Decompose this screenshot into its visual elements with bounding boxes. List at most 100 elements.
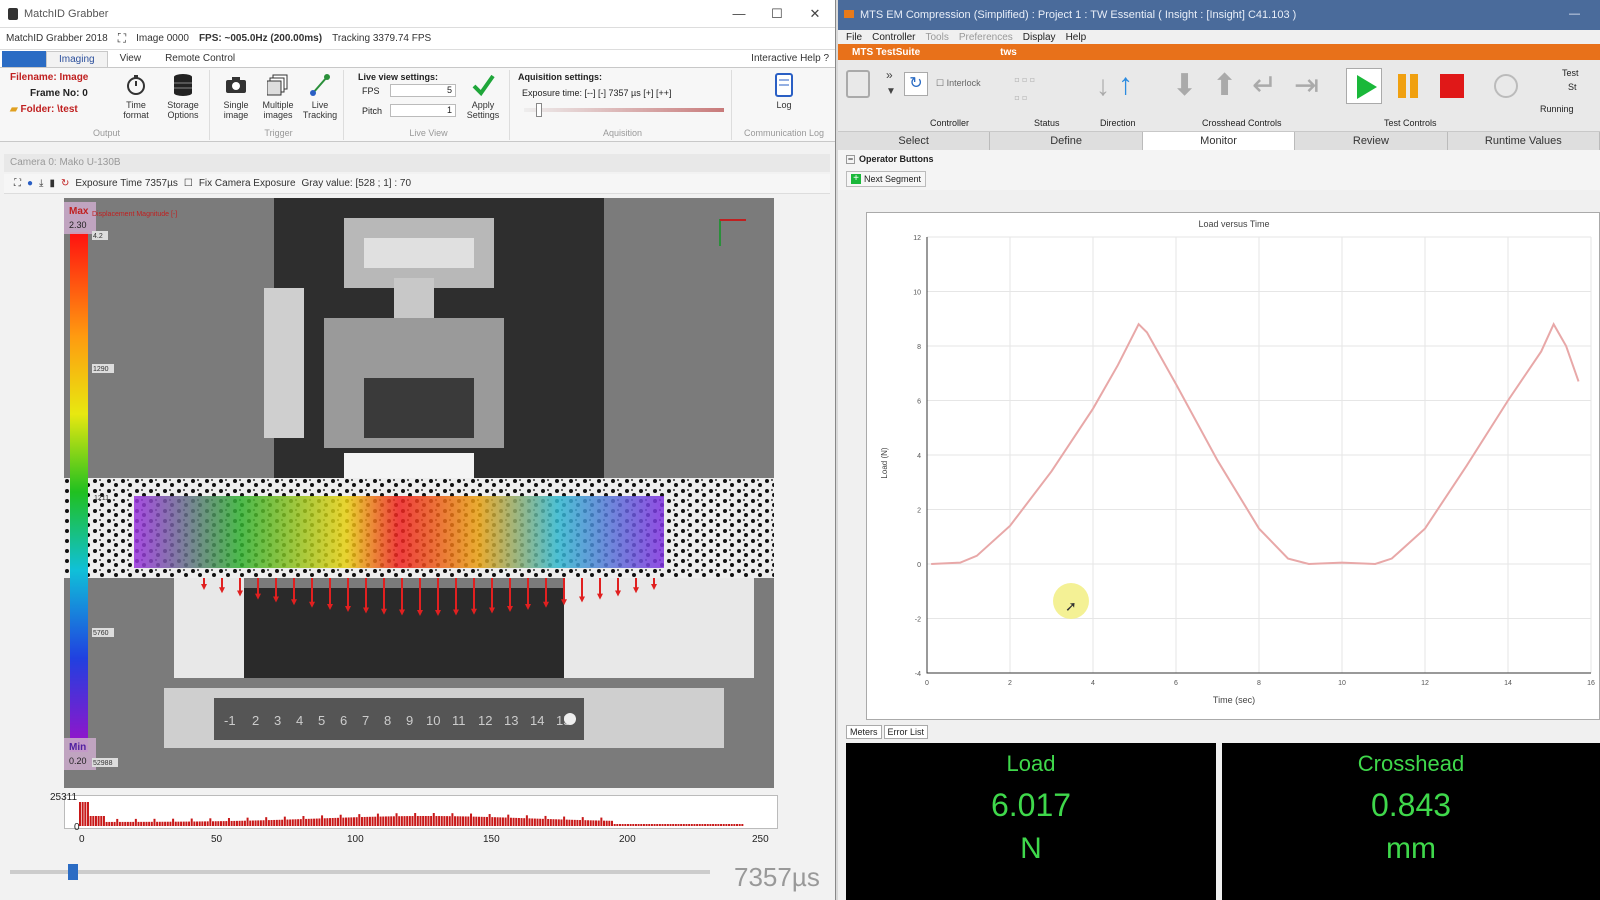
status-icon[interactable]: ▫▫▫ ▫▫ (1014, 72, 1056, 107)
histogram-ymin: 0 (74, 822, 80, 833)
download-icon[interactable]: ⤓ (39, 178, 43, 189)
menu-tools[interactable]: Tools (925, 32, 948, 43)
single-image-button[interactable]: Single image (218, 72, 254, 120)
tab-remote-control[interactable]: Remote Control (153, 51, 247, 67)
colorbar-title: Displacement Magnitude [-] (92, 211, 177, 218)
database-icon (170, 72, 196, 98)
crosshead-meter-label: Crosshead (1357, 751, 1465, 776)
tab-define[interactable]: Define (990, 132, 1143, 150)
camera-header: Camera 0: Mako U-130B (4, 154, 830, 172)
tab-runtime-values[interactable]: Runtime Values (1448, 132, 1600, 150)
close-button[interactable]: ✕ (796, 0, 834, 28)
menu-controller[interactable]: Controller (872, 32, 915, 43)
tab-monitor[interactable]: Monitor (1142, 132, 1296, 150)
menu-file[interactable]: File (846, 32, 862, 43)
pause-button[interactable] (1390, 68, 1426, 104)
ruler-label: 2 (252, 713, 259, 728)
tab-error-list[interactable]: Error List (883, 725, 929, 739)
camera-toolbar: ⛶ ● ⤓ ▮ ↻ Exposure Time 7357µs ☐ Fix Cam… (4, 174, 830, 194)
storage-options-button[interactable]: Storage Options (160, 72, 206, 120)
output-label: Output (92, 128, 121, 138)
exposure-slider-track[interactable] (524, 108, 724, 112)
expand-icon[interactable]: » (886, 68, 893, 82)
timeline-handle[interactable] (68, 864, 78, 880)
record-icon[interactable]: ● (27, 178, 33, 189)
right-minimize-button[interactable]: — (1569, 8, 1580, 20)
fix-exposure-checkbox[interactable]: ☐ (184, 178, 193, 189)
arrow-up-icon[interactable]: ↑ (1118, 68, 1133, 102)
right-tabs: Select Define Monitor Review Runtime Val… (838, 132, 1600, 150)
colorbar (70, 232, 88, 752)
reset-icon[interactable]: ↻ (904, 72, 928, 96)
maximize-button[interactable]: ☐ (758, 0, 796, 28)
test-label: Test (1562, 68, 1579, 78)
tab-select[interactable]: Select (838, 132, 991, 150)
exposure-time-control[interactable]: Exposure time: [--] [-] 7357 µs [+] [++] (522, 88, 672, 98)
histogram-plot (79, 802, 744, 826)
matchid-grabber-window: MatchID Grabber — ☐ ✕ MatchID Grabber 20… (0, 0, 836, 900)
stop-button[interactable] (1434, 68, 1470, 104)
chart-xtick-label: 16 (1587, 680, 1595, 687)
filename-field[interactable]: Filename: Image (10, 72, 88, 83)
menu-preferences[interactable]: Preferences (959, 32, 1013, 43)
menu-display[interactable]: Display (1023, 32, 1056, 43)
multiple-images-button[interactable]: Multiple images (258, 72, 298, 120)
operator-buttons-header[interactable]: − Operator Buttons (838, 150, 1600, 168)
disabled-icon[interactable] (1494, 74, 1518, 98)
left-window-title: MatchID Grabber (24, 7, 109, 20)
timeline-track[interactable] (10, 870, 710, 874)
crosshead-up-icon[interactable]: ⬆ (1212, 68, 1237, 103)
colorbar-max-value: 2.30 (69, 220, 87, 230)
comm-log-group: Log Communication Log (736, 70, 832, 140)
histogram (64, 795, 778, 829)
apply-settings-button[interactable]: Apply Settings (462, 72, 504, 120)
fit-icon[interactable]: ⛶ (14, 178, 21, 189)
ruler-label: 10 (426, 713, 440, 728)
colorbar-min-value: 0.20 (69, 756, 87, 766)
crosshead-end-icon[interactable]: ⇥ (1294, 68, 1319, 103)
refresh-icon[interactable]: ↻ (61, 178, 69, 189)
tracking-icon (307, 72, 333, 98)
trigger-label: Trigger (264, 128, 293, 138)
crosshead-down-icon[interactable]: ⬇ (1172, 68, 1197, 103)
chart-ytick-label: 4 (917, 453, 921, 460)
play-button[interactable] (1346, 68, 1382, 104)
file-menu-button[interactable] (2, 51, 46, 67)
fps-input[interactable]: 5 (390, 84, 456, 97)
load-meter-unit: N (1020, 832, 1042, 865)
chevron-down-icon[interactable]: ▼ (886, 86, 896, 97)
live-tracking-button[interactable]: Live Tracking (300, 72, 340, 120)
marker-icon[interactable]: ▮ (49, 178, 55, 189)
folder-icon: ▰ (10, 104, 18, 115)
crosshead-meter-unit: mm (1386, 832, 1436, 865)
tab-meters[interactable]: Meters (846, 725, 882, 739)
tab-view[interactable]: View (108, 51, 154, 67)
grid-icon[interactable]: ⛶ (118, 31, 126, 46)
chart-ytick-label: 12 (913, 235, 921, 242)
interactive-help-link[interactable]: Interactive Help ? (751, 53, 829, 64)
ruler-label: 13 (504, 713, 518, 728)
minimize-button[interactable]: — (720, 0, 758, 28)
tab-imaging[interactable]: Imaging (46, 51, 108, 67)
arrow-down-icon[interactable]: ↓ (1096, 70, 1110, 102)
camera-live-view[interactable]: -1 2 3 4 5 6 7 8 9 10 11 12 13 14 15 Max (64, 198, 774, 788)
acquisition-title: Aquisition settings: (518, 72, 602, 82)
folder-field[interactable]: ▰ Folder: \test (10, 104, 78, 115)
mouse-cursor-icon: ➚ (1065, 598, 1077, 614)
log-button[interactable]: Log (764, 72, 804, 110)
interlock-checkbox[interactable]: ☐ Interlock (936, 78, 981, 89)
left-titlebar: MatchID Grabber (0, 0, 835, 28)
live-view-title: Live view settings: (358, 72, 439, 82)
crosshead-return-icon[interactable]: ↵ (1252, 68, 1277, 103)
pitch-input[interactable]: 1 (390, 104, 456, 117)
time-format-button[interactable]: Time format (116, 72, 156, 120)
menu-help[interactable]: Help (1066, 32, 1087, 43)
next-segment-button[interactable]: + Next Segment (846, 171, 927, 187)
exposure-slider-area: 7357µs (4, 862, 830, 896)
live-view-label: Live View (409, 128, 448, 138)
chart-xtick-label: 0 (925, 680, 929, 687)
load-vs-time-chart: Load versus Time Time (sec) Load (N) 0 2 4… (866, 212, 1600, 720)
clipboard-icon[interactable] (846, 70, 870, 98)
tab-review[interactable]: Review (1295, 132, 1448, 150)
exposure-slider-handle[interactable] (536, 103, 542, 117)
